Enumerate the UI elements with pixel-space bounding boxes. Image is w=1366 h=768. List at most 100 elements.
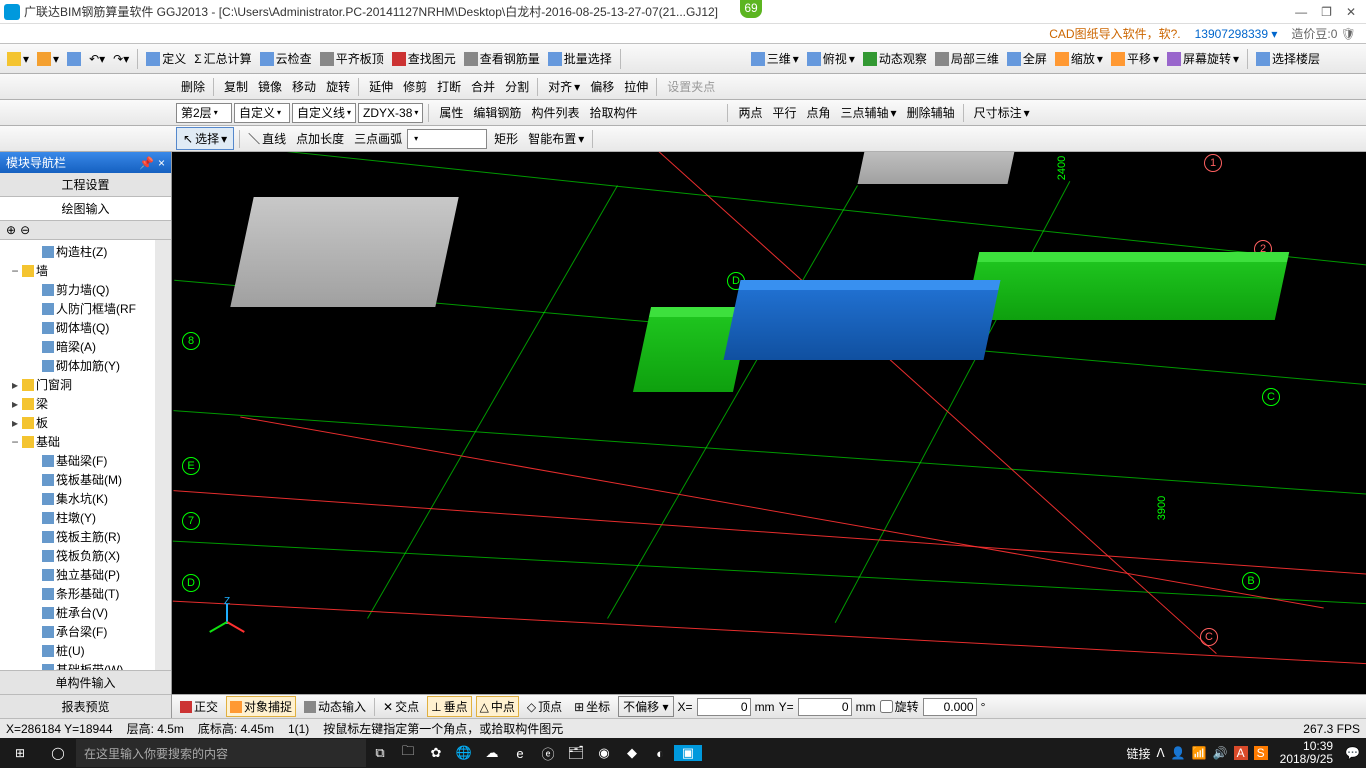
tree-node[interactable]: 集水坑(K) (0, 489, 155, 508)
select-tool-button[interactable]: ↖ 选择 ▾ (176, 127, 234, 150)
split-button[interactable]: 分割 (500, 77, 532, 96)
trim-button[interactable]: 修剪 (398, 77, 430, 96)
extend-button[interactable]: 延伸 (364, 77, 396, 96)
merge-button[interactable]: 合并 (466, 77, 498, 96)
tray-people-icon[interactable]: 👤 (1171, 746, 1186, 760)
tree-node[interactable]: 桩承台(V) (0, 603, 155, 622)
taskbar-app-1[interactable]: 🗀 (394, 742, 422, 764)
tree-node[interactable]: 人防门框墙(RF (0, 299, 155, 318)
line-button[interactable]: ＼ 直线 (245, 129, 289, 148)
tree-node[interactable]: 砌体加筋(Y) (0, 356, 155, 375)
tree-node[interactable]: −基础 (0, 432, 155, 451)
osnap-toggle[interactable]: 对象捕捉 (226, 696, 296, 717)
screen-rotate-button[interactable]: 屏幕旋转▾ (1164, 48, 1242, 69)
tray-volume-icon[interactable]: 🔊 (1213, 746, 1228, 760)
snap-coord[interactable]: ⊞ 坐标 (570, 696, 614, 717)
find-element-button[interactable]: 查找图元 (389, 48, 459, 69)
tab-report-preview[interactable]: 报表预览 (0, 694, 171, 718)
tree-node[interactable]: 承台梁(F) (0, 622, 155, 641)
tab-project-settings[interactable]: 工程设置 (0, 173, 171, 197)
tree-node[interactable]: −墙 (0, 261, 155, 280)
undo-button[interactable]: ↶▾ (86, 50, 108, 68)
offset-button[interactable]: 偏移 (585, 77, 617, 96)
delete-aux-button[interactable]: 删除辅轴 (902, 103, 958, 122)
close-button[interactable]: ✕ (1346, 5, 1356, 19)
tab-drawing-input[interactable]: 绘图输入 (0, 197, 171, 221)
taskbar-explorer-icon[interactable]: 🗂 (562, 745, 590, 761)
type-dropdown[interactable]: 自定义▾ (234, 103, 290, 123)
taskbar-ie-icon[interactable]: ⓔ (534, 744, 562, 763)
delete-button[interactable]: 删除 (176, 77, 208, 96)
tree-node[interactable]: 桩(U) (0, 641, 155, 660)
snap-perpendicular[interactable]: ⊥ 垂点 (427, 696, 471, 717)
offset-mode-dropdown[interactable]: 不偏移 ▾ (618, 696, 673, 717)
element-tree[interactable]: 构造柱(Z)−墙剪力墙(Q)人防门框墙(RF砌体墙(Q)暗梁(A)砌体加筋(Y)… (0, 240, 155, 670)
tree-node[interactable]: ▸梁 (0, 394, 155, 413)
parallel-button[interactable]: 平行 (767, 103, 799, 122)
cortana-icon[interactable]: ◯ (40, 746, 76, 760)
sidebar-close-icon[interactable]: × (158, 156, 165, 170)
tree-node[interactable]: 柱墩(Y) (0, 508, 155, 527)
action-center-icon[interactable]: 💬 (1345, 746, 1360, 760)
move-button[interactable]: 移动 (287, 77, 319, 96)
tree-node[interactable]: 筏板主筋(R) (0, 527, 155, 546)
start-button[interactable]: ⊞ (0, 746, 40, 760)
snap-intersection[interactable]: ✕ 交点 (379, 696, 423, 717)
tray-ime-icon[interactable]: A (1234, 746, 1248, 760)
arc-dropdown[interactable]: ▾ (407, 129, 487, 149)
element-id-dropdown[interactable]: ZDYX-38▾ (358, 103, 423, 123)
batch-select-button[interactable]: 批量选择 (545, 48, 615, 69)
tree-node[interactable]: 基础板带(W) (0, 660, 155, 670)
copy-button[interactable]: 复制 (219, 77, 251, 96)
category-dropdown[interactable]: 自定义线▾ (292, 103, 356, 123)
dynamic-observe-button[interactable]: 动态观察 (860, 48, 930, 69)
edit-rebar-button[interactable]: 编辑钢筋 (468, 103, 524, 122)
3d-view-button[interactable]: 三维▾ (748, 48, 802, 69)
taskbar-app-6[interactable]: ◆ (618, 745, 646, 761)
user-phone[interactable]: 13907298339 ▾ (1195, 27, 1278, 41)
point-angle-button[interactable]: 点角 (802, 103, 834, 122)
tree-node[interactable]: 基础梁(F) (0, 451, 155, 470)
fullscreen-button[interactable]: 全屏 (1004, 48, 1050, 69)
taskbar-app-2[interactable]: ✿ (422, 745, 450, 761)
select-floor-button[interactable]: 选择楼层 (1253, 48, 1323, 69)
save-button[interactable] (64, 50, 84, 68)
definition-button[interactable]: 定义 (143, 48, 189, 69)
mirror-button[interactable]: 镜像 (253, 77, 285, 96)
align-top-button[interactable]: 平齐板顶 (317, 48, 387, 69)
ortho-toggle[interactable]: 正交 (176, 696, 222, 717)
tree-node[interactable]: 砌体墙(Q) (0, 318, 155, 337)
stretch-button[interactable]: 拉伸 (619, 77, 651, 96)
notification-badge[interactable]: 69 (740, 0, 762, 18)
tree-node[interactable]: 剪力墙(Q) (0, 280, 155, 299)
clock[interactable]: 10:392018/9/25 (1274, 740, 1339, 766)
taskbar-app-5[interactable]: ◉ (590, 745, 618, 761)
snap-vertex[interactable]: ◇ 顶点 (523, 696, 566, 717)
tree-node[interactable]: 暗梁(A) (0, 337, 155, 356)
rotate-checkbox[interactable]: 旋转 (880, 698, 919, 715)
cloud-check-button[interactable]: 云检查 (257, 48, 315, 69)
view-gizmo[interactable]: Z (208, 604, 248, 644)
align-button[interactable]: 对齐▾ (543, 77, 583, 96)
cad-import-link[interactable]: CAD图纸导入软件，软?. (1049, 25, 1180, 42)
tree-node[interactable]: 条形基础(T) (0, 584, 155, 603)
rotate-button[interactable]: 旋转 (321, 77, 353, 96)
links-button[interactable]: 链接 (1127, 745, 1151, 762)
two-point-button[interactable]: 两点 (733, 103, 765, 122)
tab-single-input[interactable]: 单构件输入 (0, 670, 171, 694)
tree-node[interactable]: 筏板基础(M) (0, 470, 155, 489)
tree-node[interactable]: ▸板 (0, 413, 155, 432)
3d-canvas[interactable]: 8 E 7 D D C B C 1 2 2400 3900 (172, 152, 1366, 694)
taskbar-current-app[interactable]: ▣ (674, 745, 702, 761)
task-view-icon[interactable]: ⧉ (366, 745, 394, 761)
snap-midpoint[interactable]: △ 中点 (476, 696, 519, 717)
dynamic-input-toggle[interactable]: 动态输入 (300, 696, 370, 717)
y-input[interactable] (798, 698, 852, 716)
three-point-aux-button[interactable]: 三点辅轴▾ (836, 103, 900, 122)
taskbar-app-7[interactable]: ◐ (646, 746, 674, 761)
three-point-arc-button[interactable]: 三点画弧 (349, 129, 405, 148)
tray-network-icon[interactable]: 📶 (1192, 746, 1207, 760)
properties-button[interactable]: 属性 (434, 103, 466, 122)
tray-chevron-icon[interactable]: ᐱ (1157, 746, 1165, 760)
element-list-button[interactable]: 构件列表 (526, 103, 582, 122)
